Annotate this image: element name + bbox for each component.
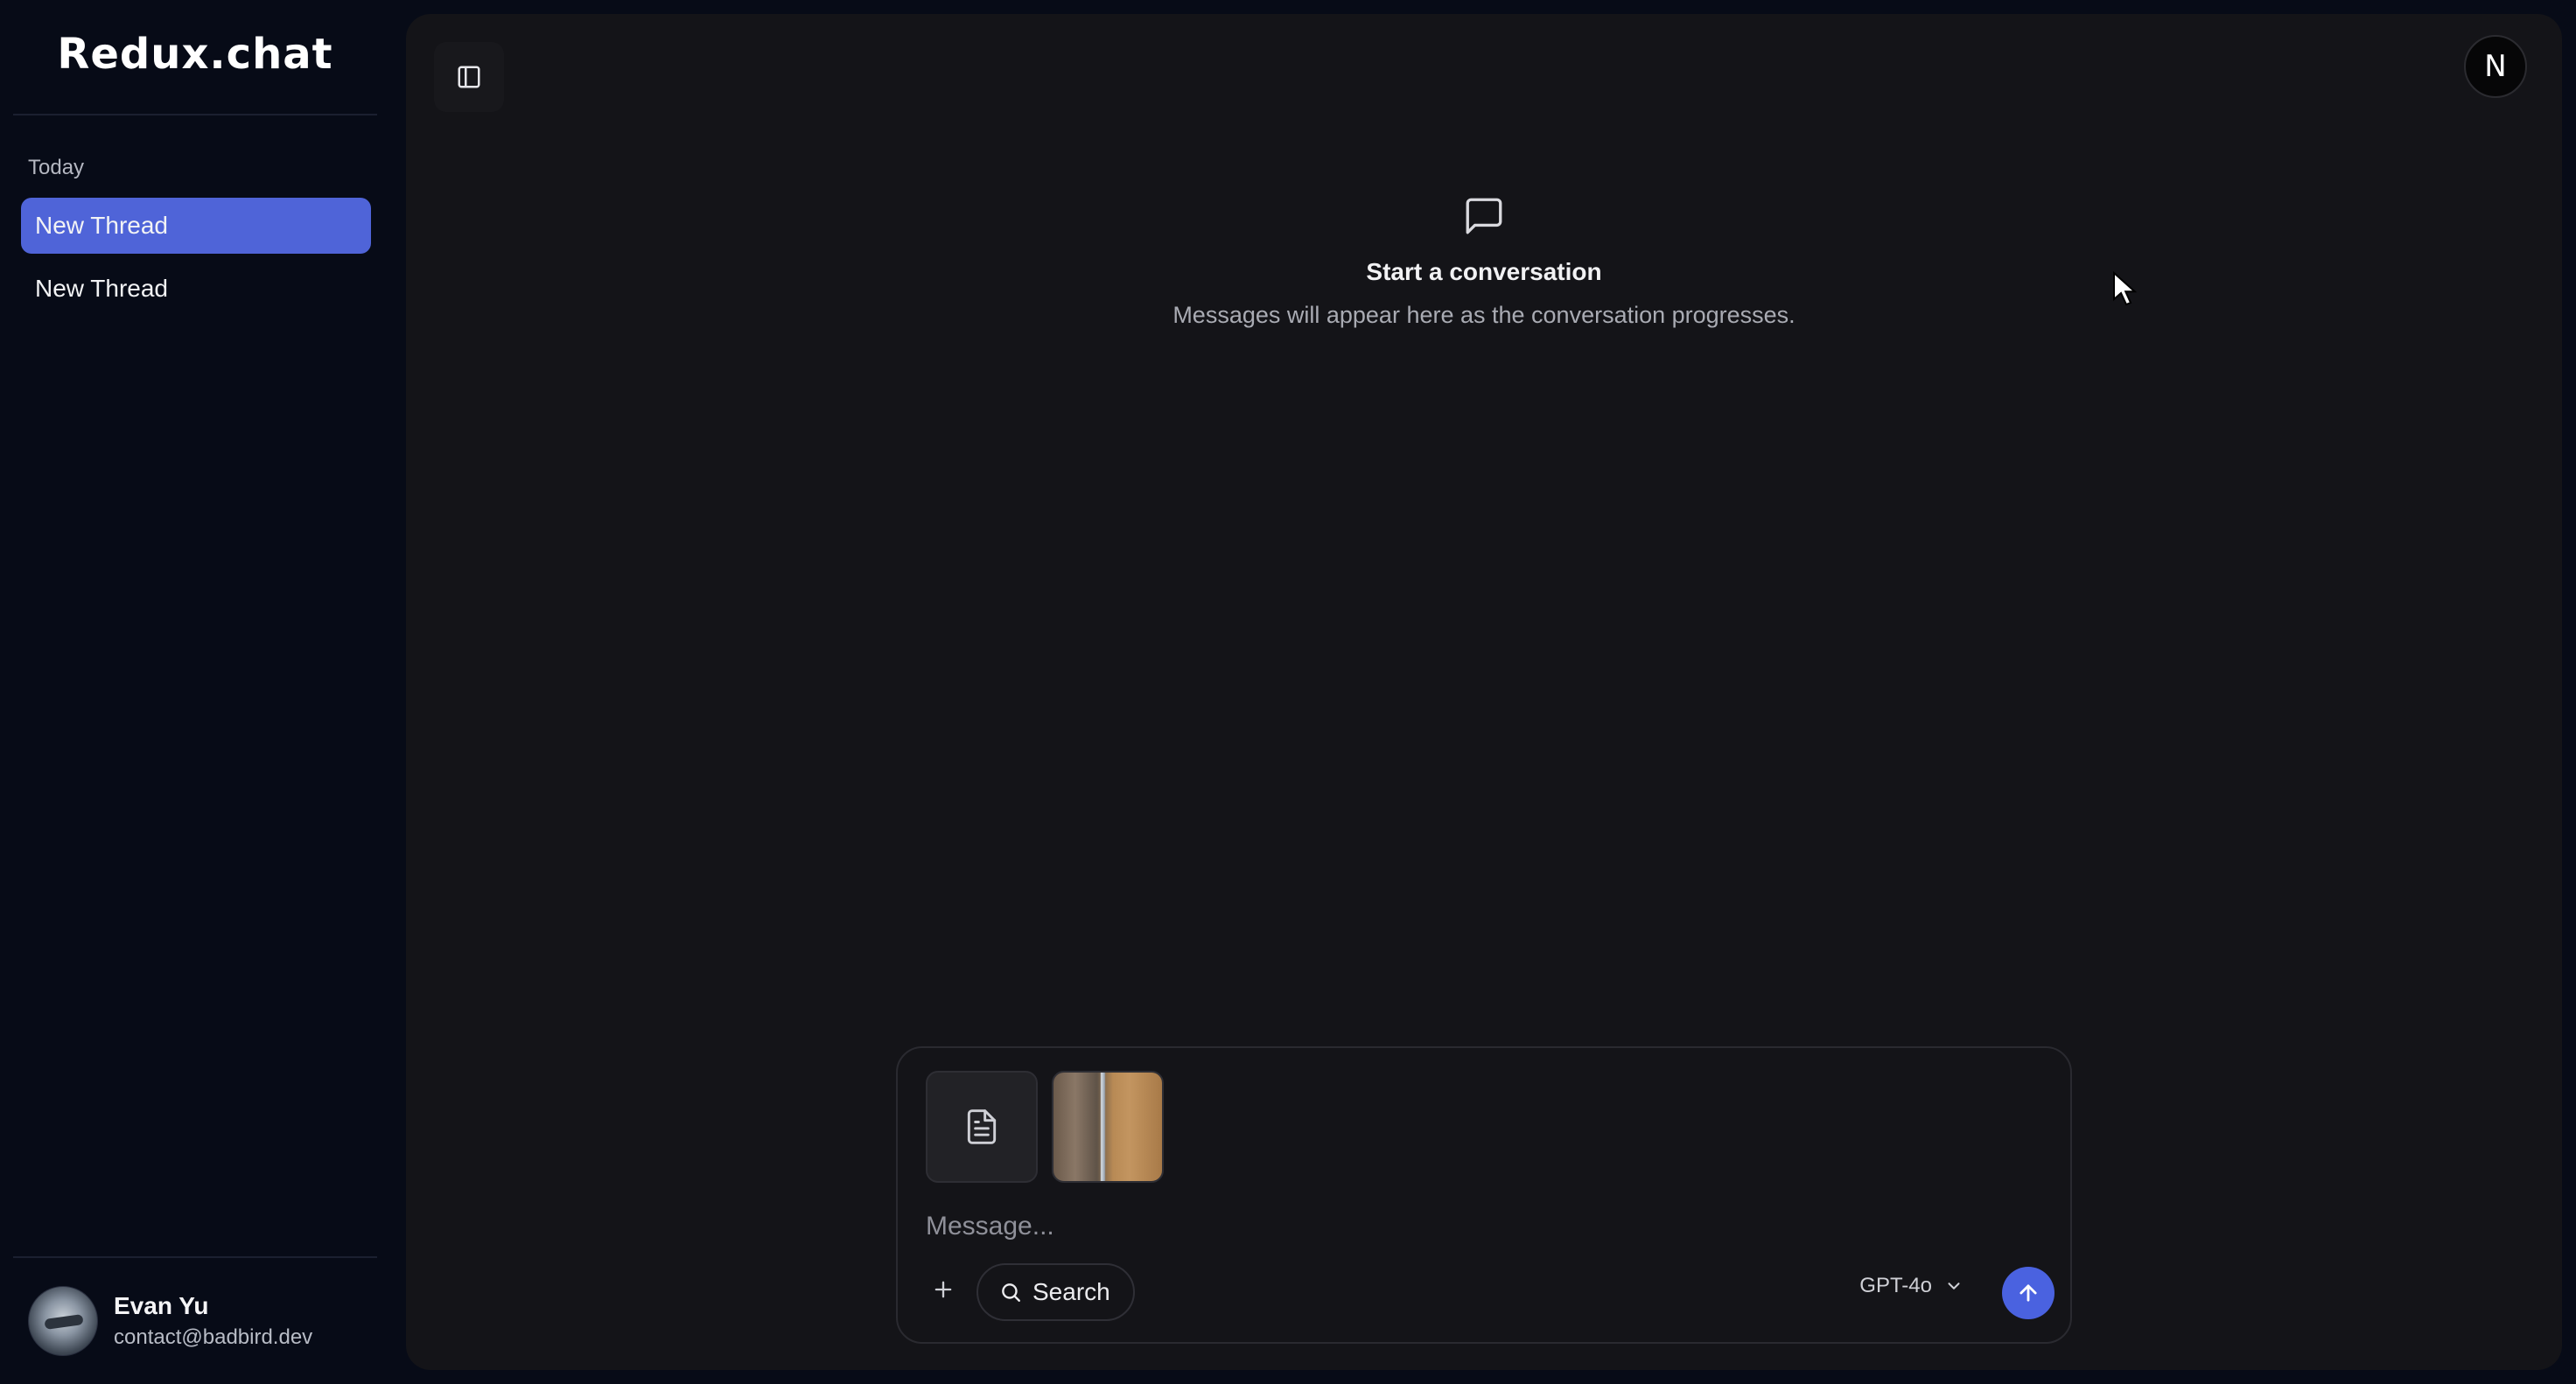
attachment-document[interactable] [926, 1071, 1038, 1183]
thread-item-active[interactable]: New Thread [21, 198, 371, 254]
user-email: contact@badbird.dev [114, 1325, 313, 1349]
send-button[interactable] [2002, 1267, 2054, 1319]
empty-state-title: Start a conversation [1366, 258, 1602, 285]
app-logo[interactable]: Redux.chat [0, 30, 390, 79]
plus-icon [934, 1281, 952, 1298]
section-label-today: Today [28, 156, 85, 179]
main-panel: N Start a conversation Messages will app… [406, 14, 2562, 1370]
chevron-down-icon [1948, 1283, 1960, 1290]
add-attachment-button[interactable] [926, 1272, 961, 1307]
arrow-up-icon [2020, 1284, 2037, 1302]
thread-item-label: New Thread [35, 275, 169, 302]
app-root: Redux.chat Today New Thread New Thread E… [0, 0, 2576, 1384]
message-composer: Search GPT-4o [896, 1046, 2072, 1344]
mouse-cursor-icon [2112, 270, 2138, 311]
sidebar-divider-bottom [13, 1256, 377, 1258]
account-avatar-button[interactable]: N [2464, 35, 2527, 98]
empty-state-subtitle: Messages will appear here as the convers… [1172, 302, 1796, 328]
sidebar-toggle-icon [458, 66, 480, 88]
account-avatar-initial: N [2484, 49, 2507, 84]
user-profile[interactable]: Evan Yu contact@badbird.dev [28, 1284, 312, 1358]
user-avatar [28, 1286, 98, 1356]
empty-state: Start a conversation Messages will appea… [406, 194, 2562, 329]
user-name: Evan Yu [114, 1292, 209, 1319]
user-info: Evan Yu contact@badbird.dev [114, 1292, 312, 1350]
thread-item-label: New Thread [35, 212, 169, 239]
file-text-icon [967, 1109, 997, 1144]
attachment-image-thumbnail[interactable] [1052, 1071, 1164, 1183]
sidebar-divider-top [13, 114, 377, 115]
search-button-label: Search [1032, 1278, 1110, 1305]
sidebar: Redux.chat Today New Thread New Thread E… [0, 0, 404, 1384]
thread-item[interactable]: New Thread [21, 261, 371, 317]
message-input[interactable] [926, 1206, 2046, 1248]
search-icon [1002, 1283, 1020, 1302]
model-selector-label: GPT-4o [1859, 1274, 1932, 1297]
toggle-sidebar-button[interactable] [434, 42, 504, 112]
model-selector[interactable]: GPT-4o [1859, 1274, 1964, 1298]
search-toggle-button[interactable]: Search [976, 1263, 1135, 1321]
message-square-icon [1462, 194, 1506, 242]
